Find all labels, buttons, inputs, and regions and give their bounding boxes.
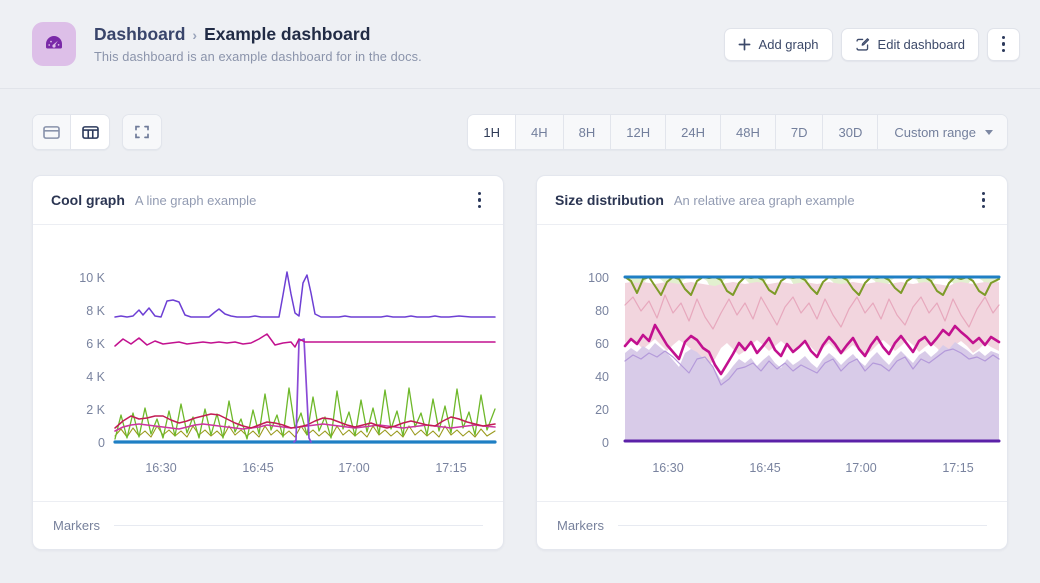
svg-text:17:00: 17:00 <box>338 461 369 475</box>
columns-icon <box>82 125 99 140</box>
range-option-2[interactable]: 8H <box>564 115 612 149</box>
gauge-icon <box>32 22 76 66</box>
y-axis-ticks: 100 80 60 40 20 0 <box>588 271 609 450</box>
svg-text:60: 60 <box>595 337 609 351</box>
breadcrumb-separator-icon: › <box>192 27 197 45</box>
markers-divider <box>618 525 987 526</box>
svg-text:40: 40 <box>595 370 609 384</box>
range-option-5[interactable]: 48H <box>721 115 776 149</box>
markers-label: Markers <box>53 518 100 533</box>
page-subtitle: This dashboard is an example dashboard f… <box>94 49 724 64</box>
pencil-square-icon <box>855 37 870 52</box>
card-header: Size distribution An relative area graph… <box>537 176 1007 225</box>
svg-text:16:45: 16:45 <box>242 461 273 475</box>
custom-range-dropdown[interactable]: Custom range <box>878 115 1007 149</box>
card-footer: Markers <box>33 501 503 549</box>
two-column-layout-button[interactable] <box>71 115 109 149</box>
card-cool-graph: Cool graph A line graph example 10 K 8 K… <box>32 175 504 550</box>
markers-divider <box>114 525 483 526</box>
card-menu-button[interactable] <box>974 186 994 215</box>
plot-series <box>115 272 495 442</box>
line-chart-svg: 10 K 8 K 6 K 4 K 2 K 0 <box>43 233 497 495</box>
svg-text:17:00: 17:00 <box>845 461 876 475</box>
range-option-3[interactable]: 12H <box>611 115 666 149</box>
kebab-menu-icon <box>994 30 1014 59</box>
dashboard-toolbar: 1H 4H 8H 12H 24H 48H 7D 30D Custom range <box>0 89 1040 175</box>
card-subtitle: A line graph example <box>135 193 460 208</box>
card-footer: Markers <box>537 501 1007 549</box>
x-axis-ticks: 16:30 16:45 17:00 17:15 <box>652 461 973 475</box>
edit-dashboard-label: Edit dashboard <box>878 37 965 52</box>
custom-range-label: Custom range <box>894 125 976 140</box>
area-chart-svg: 100 80 60 40 20 0 <box>547 233 1001 495</box>
dashboard-grid: Cool graph A line graph example 10 K 8 K… <box>0 175 1040 550</box>
line-chart: 10 K 8 K 6 K 4 K 2 K 0 <box>33 225 503 501</box>
fullscreen-toggle-group <box>122 114 162 150</box>
page-title: Example dashboard <box>204 24 370 46</box>
svg-text:0: 0 <box>602 436 609 450</box>
card-title: Cool graph <box>51 192 125 208</box>
svg-text:80: 80 <box>595 304 609 318</box>
breadcrumb-root[interactable]: Dashboard <box>94 24 185 46</box>
y-axis-ticks: 10 K 8 K 6 K 4 K 2 K 0 <box>79 271 105 450</box>
header-more-menu-button[interactable] <box>987 28 1020 61</box>
card-subtitle: An relative area graph example <box>674 193 964 208</box>
add-graph-button[interactable]: Add graph <box>724 28 833 61</box>
area-chart: 100 80 60 40 20 0 <box>537 225 1007 501</box>
range-option-4[interactable]: 24H <box>666 115 721 149</box>
svg-text:20: 20 <box>595 403 609 417</box>
add-graph-label: Add graph <box>759 37 819 52</box>
svg-text:16:30: 16:30 <box>145 461 176 475</box>
card-menu-button[interactable] <box>470 186 490 215</box>
range-option-6[interactable]: 7D <box>776 115 824 149</box>
svg-text:2 K: 2 K <box>86 403 105 417</box>
layout-toggle-group <box>32 114 110 150</box>
svg-text:17:15: 17:15 <box>435 461 466 475</box>
svg-text:100: 100 <box>588 271 609 285</box>
svg-text:16:30: 16:30 <box>652 461 683 475</box>
x-axis-ticks: 16:30 16:45 17:00 17:15 <box>145 461 466 475</box>
card-title: Size distribution <box>555 192 664 208</box>
stacked-areas <box>625 277 999 440</box>
time-range-selector: 1H 4H 8H 12H 24H 48H 7D 30D Custom range <box>467 114 1008 150</box>
card-size-distribution: Size distribution An relative area graph… <box>536 175 1008 550</box>
svg-text:6 K: 6 K <box>86 337 105 351</box>
breadcrumb: Dashboard › Example dashboard <box>94 24 724 46</box>
expand-icon <box>134 124 150 140</box>
dashboard-page: Dashboard › Example dashboard This dashb… <box>0 0 1040 583</box>
layout-controls <box>32 114 162 150</box>
range-option-7[interactable]: 30D <box>823 115 878 149</box>
svg-text:4 K: 4 K <box>86 370 105 384</box>
svg-text:16:45: 16:45 <box>749 461 780 475</box>
fullscreen-button[interactable] <box>123 115 161 149</box>
svg-text:8 K: 8 K <box>86 304 105 318</box>
svg-text:10 K: 10 K <box>79 271 105 285</box>
range-option-0[interactable]: 1H <box>468 115 516 149</box>
page-header: Dashboard › Example dashboard This dashb… <box>0 0 1040 89</box>
svg-text:17:15: 17:15 <box>942 461 973 475</box>
markers-label: Markers <box>557 518 604 533</box>
range-option-1[interactable]: 4H <box>516 115 564 149</box>
single-column-layout-button[interactable] <box>33 115 71 149</box>
chevron-down-icon <box>985 130 993 135</box>
svg-text:0: 0 <box>98 436 105 450</box>
edit-dashboard-button[interactable]: Edit dashboard <box>841 28 979 61</box>
header-actions: Add graph Edit dashboard <box>724 28 1020 61</box>
header-text-block: Dashboard › Example dashboard This dashb… <box>94 24 724 64</box>
card-header: Cool graph A line graph example <box>33 176 503 225</box>
window-icon <box>43 125 60 140</box>
plus-icon <box>738 38 751 51</box>
